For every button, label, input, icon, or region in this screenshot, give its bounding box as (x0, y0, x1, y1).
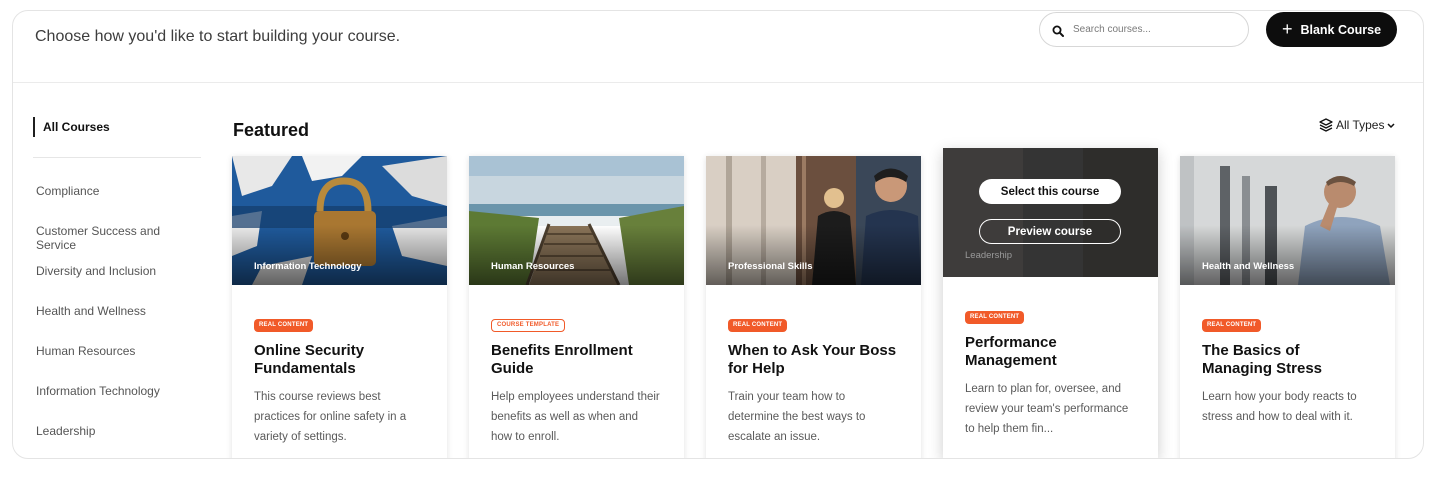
sidebar-item-customer-success[interactable]: Customer Success and Service (33, 224, 201, 264)
card-category: Health and Wellness (1202, 261, 1295, 272)
sidebar-item-all-courses[interactable]: All Courses (33, 117, 201, 137)
sidebar-item-health[interactable]: Health and Wellness (33, 304, 201, 344)
course-card[interactable]: Professional Skills REAL CONTENT When to… (706, 156, 921, 458)
sidebar-item-human-resources[interactable]: Human Resources (33, 344, 201, 384)
section-title: Featured (233, 120, 310, 140)
card-title: Online Security Fundamentals (254, 342, 365, 377)
content-badge: COURSE TEMPLATE (491, 319, 566, 332)
card-description: Help employees understand their benefits… (491, 391, 660, 443)
card-category: Leadership (965, 250, 1013, 261)
sidebar-item-information-technology[interactable]: Information Technology (33, 384, 201, 424)
course-builder-panel: Choose how you'd like to start building … (12, 10, 1424, 459)
type-filter-label: All Types (1336, 118, 1385, 132)
course-thumbnail-lock: Information Technology (232, 156, 447, 285)
card-body: REAL CONTENT Online Security Fundamental… (232, 285, 447, 447)
sidebar-item-leadership[interactable]: Leadership (33, 424, 201, 458)
card-body: REAL CONTENT Performance Management Lear… (943, 277, 1158, 439)
card-category: Human Resources (491, 261, 575, 272)
course-card[interactable]: Human Resources COURSE TEMPLATE Benefits… (469, 156, 684, 458)
plus-icon: + (1281, 18, 1293, 39)
thumbnail-shade (232, 225, 447, 285)
category-sidebar: All Courses Compliance Customer Success … (33, 117, 201, 458)
course-thumbnail-stress: Health and Wellness (1180, 156, 1395, 285)
card-description: Learn to plan for, oversee, and review y… (965, 383, 1129, 435)
blank-course-label: Blank Course (1300, 22, 1382, 37)
content-badge: REAL CONTENT (1202, 319, 1262, 332)
content-badge: REAL CONTENT (254, 319, 314, 332)
layers-icon (1319, 118, 1333, 132)
sidebar-item-diversity[interactable]: Diversity and Inclusion (33, 264, 201, 304)
card-body: COURSE TEMPLATE Benefits Enrollment Guid… (469, 285, 684, 447)
content-badge: REAL CONTENT (728, 319, 788, 332)
search-box[interactable] (1039, 12, 1249, 47)
page-prompt: Choose how you'd like to start building … (35, 28, 401, 45)
course-card[interactable]: Information Technology REAL CONTENT Onli… (232, 156, 447, 458)
top-bar: Choose how you'd like to start building … (13, 11, 1423, 83)
course-card-hovered[interactable]: Select this course Preview course Leader… (943, 148, 1158, 458)
card-category: Information Technology (254, 261, 362, 272)
course-thumbnail-beach: Human Resources (469, 156, 684, 285)
select-course-button[interactable]: Select this course (979, 179, 1121, 204)
type-filter-dropdown[interactable]: All Types (1319, 118, 1395, 132)
preview-course-button[interactable]: Preview course (979, 219, 1121, 244)
course-card[interactable]: Health and Wellness REAL CONTENT The Bas… (1180, 156, 1395, 458)
sidebar-divider (33, 157, 201, 158)
card-title: The Basics of Managing Stress (1202, 342, 1323, 377)
card-description: Train your team how to determine the bes… (728, 391, 866, 443)
thumbnail-shade (706, 225, 921, 285)
content-badge: REAL CONTENT (965, 311, 1025, 324)
card-description: This course reviews best practices for o… (254, 391, 407, 443)
course-thumbnail-leadership: Select this course Preview course Leader… (943, 148, 1158, 277)
sidebar-item-compliance[interactable]: Compliance (33, 184, 201, 224)
card-body: REAL CONTENT When to Ask Your Boss for H… (706, 285, 921, 447)
thumbnail-shade (1180, 225, 1395, 285)
card-description: Learn how your body reacts to stress and… (1202, 391, 1357, 423)
card-category: Professional Skills (728, 261, 813, 272)
search-input[interactable] (1073, 24, 1223, 35)
card-title: Performance Management (965, 334, 1057, 369)
thumbnail-shade (469, 225, 684, 285)
blank-course-button[interactable]: + Blank Course (1266, 12, 1397, 47)
search-icon (1052, 24, 1064, 37)
card-body: REAL CONTENT The Basics of Managing Stre… (1180, 285, 1395, 427)
card-title: When to Ask Your Boss for Help (728, 342, 897, 377)
card-title: Benefits Enrollment Guide (491, 342, 633, 377)
course-thumbnail-office: Professional Skills (706, 156, 921, 285)
chevron-down-icon (1387, 118, 1395, 132)
